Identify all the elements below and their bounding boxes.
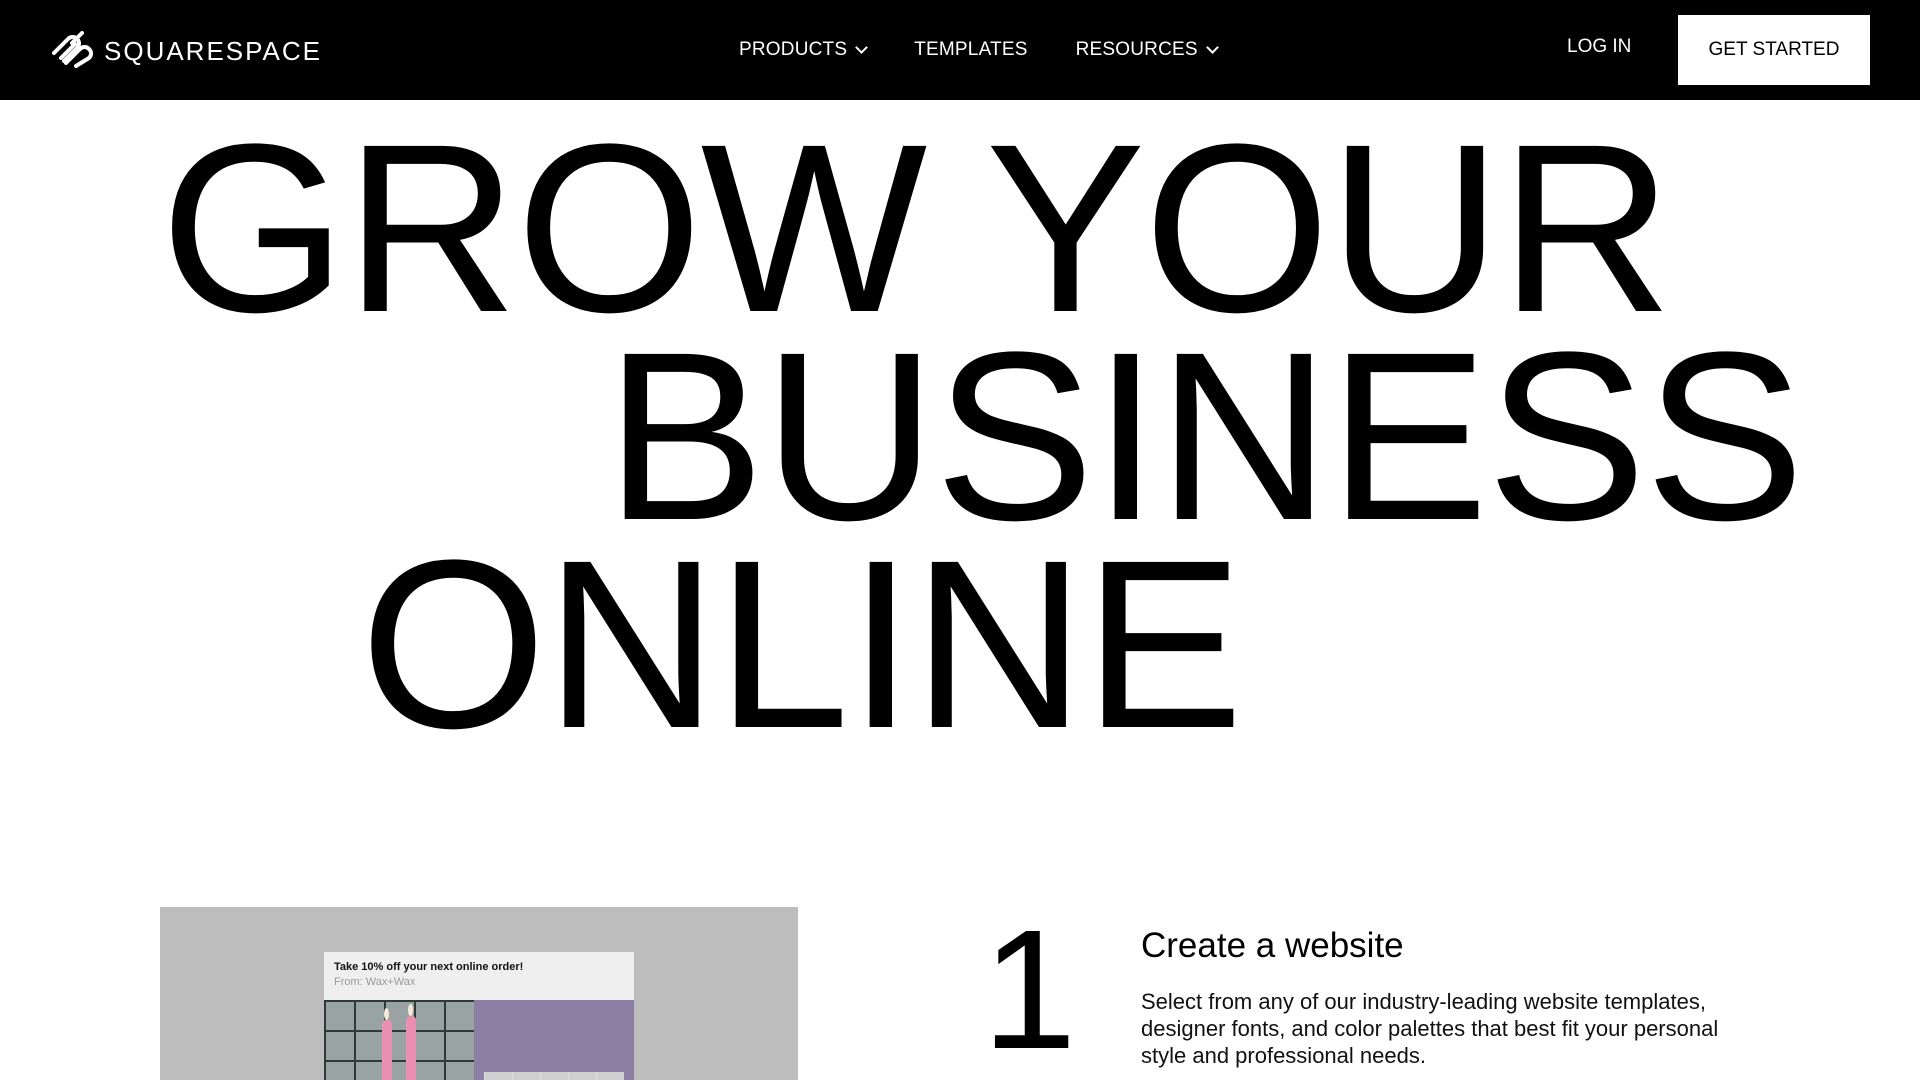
nav-item-products[interactable]: PRODUCTS	[739, 39, 869, 61]
candle	[382, 1020, 392, 1080]
brand-logo[interactable]: SQUARESPACE	[48, 31, 322, 71]
top-navigation: SQUARESPACE PRODUCTS TEMPLATES RESOURCES…	[0, 0, 1920, 100]
brand-name: SQUARESPACE	[104, 35, 323, 66]
email-header: Take 10% off your next online order! Fro…	[324, 952, 634, 1000]
nav-item-label: PRODUCTS	[739, 39, 848, 60]
squarespace-logo-icon	[52, 31, 93, 68]
nav-item-templates[interactable]: TEMPLATES	[914, 39, 1027, 61]
nav-item-label: RESOURCES	[1075, 39, 1198, 60]
primary-menu: PRODUCTS TEMPLATES RESOURCES	[739, 36, 1219, 64]
nav-item-resources[interactable]: RESOURCES	[1075, 39, 1219, 61]
candle-photo	[324, 1000, 474, 1080]
nav-item-label: TEMPLATES	[914, 39, 1028, 60]
email-sender: From: Wax+Wax	[334, 976, 416, 988]
email-subject: Take 10% off your next online order!	[334, 961, 524, 973]
feature-preview-image: Take 10% off your next online order! Fro…	[160, 907, 798, 1080]
email-campaign-mockup: Take 10% off your next online order! Fro…	[324, 952, 634, 1080]
get-started-button[interactable]: GET STARTED	[1678, 15, 1870, 85]
candle	[406, 1016, 416, 1080]
step-number: 1	[982, 895, 1077, 1080]
login-link[interactable]: LOG IN	[1567, 36, 1631, 58]
candle-flame	[408, 1004, 413, 1016]
step-description: Select from any of our industry-leading …	[1141, 989, 1719, 1068]
product-thumbnails	[484, 1072, 624, 1080]
step-title: Create a website	[1141, 926, 1404, 965]
chevron-down-icon	[855, 41, 869, 54]
hero-line-3: ONLINE	[360, 510, 1244, 778]
chevron-down-icon	[1205, 41, 1219, 54]
candle-flame	[384, 1008, 389, 1020]
